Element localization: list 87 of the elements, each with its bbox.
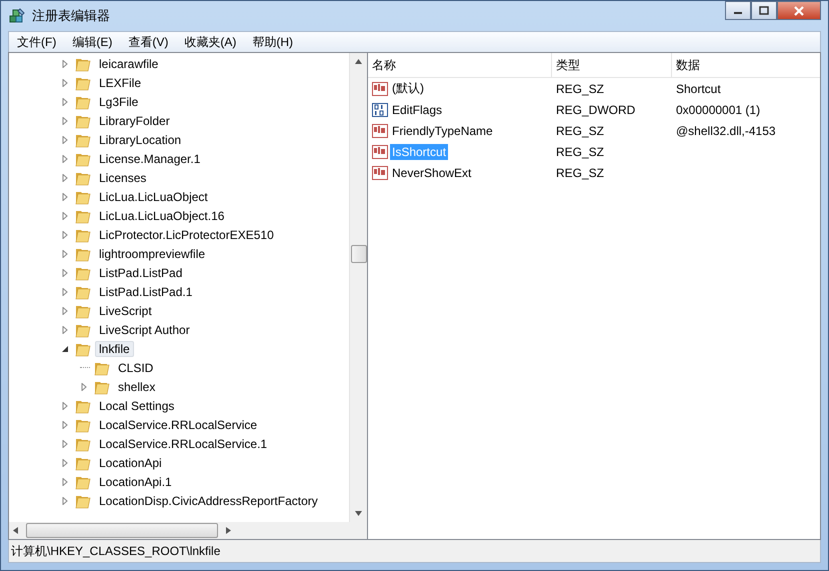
expand-triangle-icon[interactable] (80, 382, 88, 390)
expand-triangle-icon[interactable] (61, 288, 69, 296)
tree-item[interactable]: CLSID (114, 360, 158, 376)
expand-triangle-icon[interactable] (61, 268, 69, 276)
close-button[interactable] (777, 1, 821, 20)
expand-triangle-icon[interactable] (61, 420, 69, 428)
value-type: REG_SZ (555, 166, 606, 180)
value-name[interactable]: NeverShowExt (390, 164, 474, 180)
value-data: 0x00000001 (1) (675, 102, 762, 116)
scroll-down-icon[interactable] (355, 511, 362, 516)
tree-item[interactable]: License.Manager.1 (95, 150, 204, 166)
expand-triangle-icon[interactable] (61, 116, 69, 124)
expand-triangle-icon[interactable] (61, 440, 69, 448)
menu-item[interactable]: 收藏夹(A) (178, 34, 242, 50)
expand-triangle-icon[interactable] (61, 174, 69, 182)
expand-triangle-icon[interactable] (61, 212, 69, 220)
tree-item[interactable]: LicLua.LicLuaObject.16 (95, 208, 228, 224)
maximize-button[interactable] (751, 1, 777, 20)
menu-item[interactable]: 帮助(H) (246, 34, 299, 50)
tree-item[interactable]: LibraryFolder (95, 112, 174, 128)
menu-item[interactable]: 文件(F) (11, 34, 62, 50)
menu-item[interactable]: 编辑(E) (66, 34, 118, 50)
tree-item[interactable]: LocalService.RRLocalService (95, 416, 262, 432)
tree-item[interactable]: LEXFile (95, 74, 146, 90)
expand-triangle-icon[interactable] (61, 250, 69, 258)
expand-triangle-icon[interactable] (61, 496, 69, 504)
expand-triangle-icon[interactable] (61, 458, 69, 466)
tree-item[interactable]: lightroompreviewfile (95, 246, 210, 262)
registry-cubes-icon (8, 7, 26, 25)
tree-item[interactable]: LocationApi (95, 454, 166, 470)
tree-item[interactable]: lnkfile (95, 340, 134, 356)
tree-item[interactable]: LocationApi.1 (95, 474, 176, 490)
expand-triangle-icon[interactable] (61, 478, 69, 486)
value-name[interactable]: EditFlags (390, 102, 444, 118)
tree-item[interactable]: LibraryLocation (95, 132, 186, 148)
vertical-scrollbar[interactable] (349, 53, 367, 522)
value-name[interactable]: FriendlyTypeName (390, 122, 495, 138)
tree-item[interactable]: shellex (114, 378, 160, 394)
expand-triangle-icon[interactable] (61, 192, 69, 200)
expand-triangle-icon[interactable] (61, 154, 69, 162)
expand-triangle-icon[interactable] (61, 306, 69, 314)
string-value-icon (372, 144, 388, 158)
tree-item[interactable]: leicarawfile (95, 56, 162, 72)
tree-item[interactable]: LocationDisp.CivicAddressReportFactory (95, 492, 322, 508)
tree-item[interactable]: LicLua.LicLuaObject (95, 188, 212, 204)
value-type: REG_SZ (555, 144, 606, 158)
tree-item[interactable]: Local Settings (95, 398, 178, 414)
key-path: 计算机\HKEY_CLASSES_ROOT\lnkfile (11, 542, 220, 560)
value-type: REG_SZ (555, 82, 606, 96)
expand-triangle-icon[interactable] (61, 136, 69, 144)
value-data: @shell32.dll,-4153 (675, 124, 777, 138)
scroll-left-icon[interactable] (13, 527, 18, 534)
string-value-icon (372, 124, 388, 138)
value-type: REG_DWORD (555, 102, 636, 116)
column-header[interactable]: 类型 (552, 53, 672, 77)
tree-item[interactable]: LiveScript (95, 302, 156, 318)
expand-triangle-icon[interactable] (61, 98, 69, 106)
expand-triangle-icon[interactable] (61, 78, 69, 86)
minimize-button[interactable] (725, 1, 751, 20)
window-title: 注册表编辑器 (32, 7, 110, 25)
tree-item[interactable]: LicProtector.LicProtectorEXE510 (95, 226, 278, 242)
maximize-icon (759, 6, 769, 15)
tree-item[interactable]: Licenses (95, 170, 150, 186)
tree-item[interactable]: ListPad.ListPad (95, 264, 186, 280)
expand-triangle-icon[interactable] (61, 402, 69, 410)
value-name[interactable]: (默认) (390, 79, 426, 98)
value-data: Shortcut (675, 82, 722, 96)
expand-triangle-icon[interactable] (61, 230, 69, 238)
tree-item[interactable]: LiveScript Author (95, 322, 194, 338)
horizontal-scrollbar[interactable] (9, 522, 367, 539)
scroll-thumb[interactable] (350, 245, 366, 263)
expand-triangle-icon[interactable] (61, 60, 69, 68)
column-header[interactable]: 数据 (672, 53, 820, 77)
string-value-icon (372, 166, 388, 180)
binary-value-icon (372, 102, 388, 116)
scroll-thumb[interactable] (26, 523, 218, 538)
expand-triangle-icon[interactable] (61, 326, 69, 334)
menu-item[interactable]: 查看(V) (122, 34, 174, 50)
collapse-triangle-icon[interactable] (61, 344, 69, 352)
tree-item[interactable]: LocalService.RRLocalService.1 (95, 436, 272, 452)
value-type: REG_SZ (555, 124, 606, 138)
scroll-up-icon[interactable] (355, 59, 362, 64)
close-icon (793, 6, 805, 16)
tree-item[interactable]: ListPad.ListPad.1 (95, 284, 196, 300)
column-header[interactable]: 名称 (368, 53, 552, 77)
string-value-icon (372, 82, 388, 96)
tree-item[interactable]: Lg3File (95, 94, 142, 110)
